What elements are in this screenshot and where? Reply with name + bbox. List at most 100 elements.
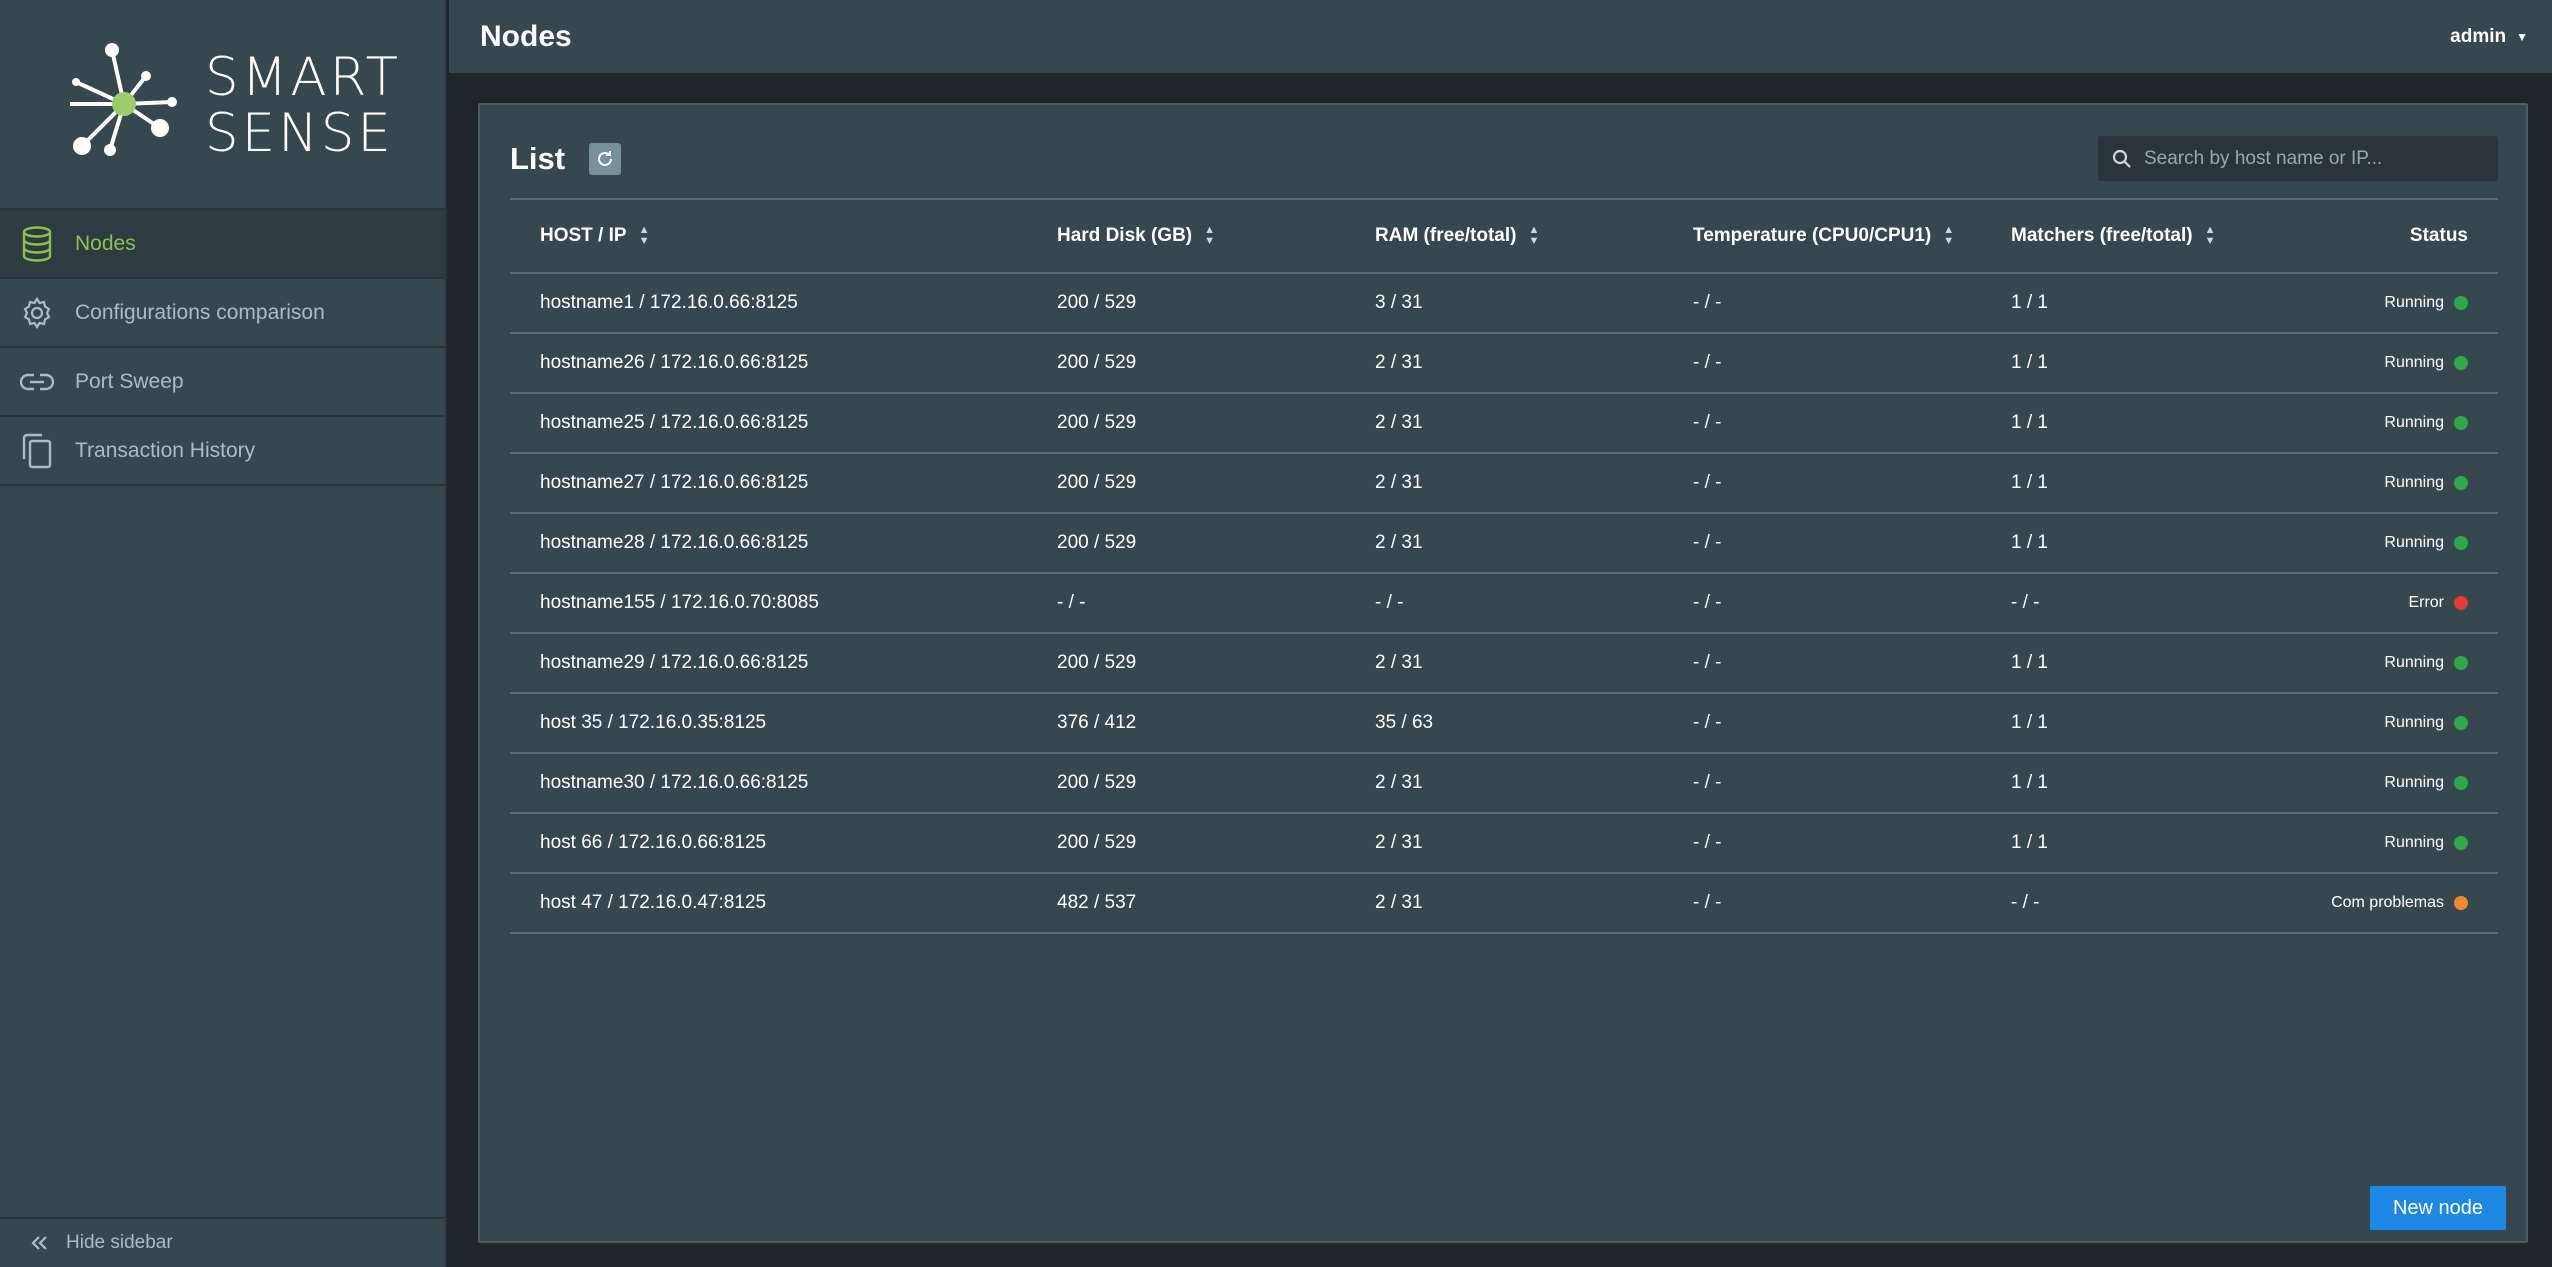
table-row[interactable]: hostname30 / 172.16.0.66:8125 200 / 529 2 … [510, 754, 2498, 814]
table-row[interactable]: host 35 / 172.16.0.35:8125 376 / 412 35 / … [510, 694, 2498, 754]
status-label: Running [2384, 474, 2444, 491]
cell-hard-disk: 200 / 529 [1057, 412, 1137, 433]
sidebar-item-label: Nodes [75, 231, 136, 255]
sidebar-nav: Nodes Configurations comparison Port Swe… [0, 208, 445, 486]
cell-ram: 2 / 31 [1375, 532, 1423, 553]
cell-status: Running [2299, 294, 2498, 312]
status-dot-icon [2454, 836, 2468, 850]
table-row[interactable]: hostname26 / 172.16.0.66:8125 200 / 529 2 … [510, 334, 2498, 394]
status-label: Running [2384, 294, 2444, 311]
column-header-label: Temperature (CPU0/CPU1) [1693, 225, 1932, 246]
cell-ram: 2 / 31 [1375, 772, 1423, 793]
cell-ram: 2 / 31 [1375, 652, 1423, 673]
refresh-button[interactable] [589, 143, 621, 175]
sidebar-item-label: Port Sweep [75, 369, 184, 393]
gear-icon [19, 295, 55, 331]
sidebar-item-nodes[interactable]: Nodes [0, 210, 445, 279]
sort-arrows-icon[interactable]: ▲ ▼ [1204, 225, 1215, 247]
logo-line-1: SMART [205, 47, 401, 108]
status-dot-icon [2454, 476, 2468, 490]
status-label: Running [2384, 534, 2444, 551]
cell-temperature: - / - [1693, 472, 1722, 493]
sidebar-item-transaction-history[interactable]: Transaction History [0, 417, 445, 486]
link-icon [19, 364, 55, 400]
sort-arrows-icon[interactable]: ▲ ▼ [1943, 225, 1954, 247]
table-row[interactable]: hostname29 / 172.16.0.66:8125 200 / 529 2 … [510, 634, 2498, 694]
status-label: Running [2384, 654, 2444, 671]
cell-temperature: - / - [1693, 892, 1722, 913]
sort-arrows-icon[interactable]: ▲ ▼ [2205, 225, 2216, 247]
cell-hard-disk: 376 / 412 [1057, 712, 1137, 733]
double-chevron-left-icon [30, 1235, 48, 1251]
sort-arrows-icon[interactable]: ▲ ▼ [1528, 225, 1539, 247]
cell-host: hostname26 / 172.16.0.66:8125 [540, 352, 809, 373]
search-icon [2112, 149, 2132, 169]
cell-temperature: - / - [1693, 772, 1722, 793]
sidebar-item-configurations-comparison[interactable]: Configurations comparison [0, 279, 445, 348]
cell-ram: 2 / 31 [1375, 892, 1423, 913]
table-row[interactable]: hostname28 / 172.16.0.66:8125 200 / 529 2 … [510, 514, 2498, 574]
cell-ram: 2 / 31 [1375, 472, 1423, 493]
smartsense-logo-icon [70, 43, 177, 156]
hide-sidebar-label: Hide sidebar [66, 1232, 173, 1253]
status-label: Running [2384, 834, 2444, 851]
logo-line-2: SENSE [205, 103, 394, 164]
status-dot-icon [2454, 416, 2468, 430]
cell-host: hostname27 / 172.16.0.66:8125 [540, 472, 809, 493]
sort-arrows-icon[interactable]: ▲ ▼ [639, 225, 650, 247]
cell-ram: 3 / 31 [1375, 292, 1423, 313]
cell-host: hostname28 / 172.16.0.66:8125 [540, 532, 809, 553]
table-body: hostname1 / 172.16.0.66:8125 200 / 529 3 /… [510, 274, 2498, 934]
table-row[interactable]: hostname27 / 172.16.0.66:8125 200 / 529 2 … [510, 454, 2498, 514]
copy-icon [19, 433, 55, 469]
column-header-temperature[interactable]: Temperature (CPU0/CPU1) ▲ ▼ [1663, 225, 1981, 247]
cell-matchers: 1 / 1 [2011, 772, 2048, 793]
panel-title: List [510, 141, 566, 176]
cell-ram: 2 / 31 [1375, 352, 1423, 373]
table-row[interactable]: hostname25 / 172.16.0.66:8125 200 / 529 2 … [510, 394, 2498, 454]
hide-sidebar-button[interactable]: Hide sidebar [0, 1217, 445, 1267]
cell-matchers: 1 / 1 [2011, 472, 2048, 493]
user-menu[interactable]: admin ▼ [2450, 26, 2528, 48]
column-header-matchers[interactable]: Matchers (free/total) ▲ ▼ [1981, 225, 2299, 247]
cell-temperature: - / - [1693, 592, 1722, 613]
cell-hard-disk: 200 / 529 [1057, 772, 1137, 793]
table-row[interactable]: hostname1 / 172.16.0.66:8125 200 / 529 3 /… [510, 274, 2498, 334]
cell-temperature: - / - [1693, 652, 1722, 673]
cell-matchers: 1 / 1 [2011, 712, 2048, 733]
table-row[interactable]: hostname155 / 172.16.0.70:8085 - / - - / -… [510, 574, 2498, 634]
cell-host: hostname29 / 172.16.0.66:8125 [540, 652, 809, 673]
page-title: Nodes [480, 19, 572, 53]
cell-host: host 66 / 172.16.0.66:8125 [540, 832, 767, 853]
cell-matchers: 1 / 1 [2011, 352, 2048, 373]
cell-matchers: 1 / 1 [2011, 412, 2048, 433]
table-row[interactable]: host 66 / 172.16.0.66:8125 200 / 529 2 / 3… [510, 814, 2498, 874]
cell-host: hostname25 / 172.16.0.66:8125 [540, 412, 809, 433]
cell-status: Running [2299, 474, 2498, 492]
status-label: Com problemas [2331, 894, 2444, 911]
nodes-list-panel: List HOST / IP ▲▼ Hard Disk (GB) ▲▼ [478, 103, 2528, 1243]
cell-host: hostname155 / 172.16.0.70:8085 [540, 592, 819, 613]
column-header-host[interactable]: HOST / IP ▲ ▼ [510, 225, 1027, 247]
column-header-hard-disk[interactable]: Hard Disk (GB) ▲ ▼ [1027, 225, 1345, 247]
cell-status: Running [2299, 354, 2498, 372]
status-dot-icon [2454, 536, 2468, 550]
cell-hard-disk: 482 / 537 [1057, 892, 1137, 913]
cell-host: hostname1 / 172.16.0.66:8125 [540, 292, 798, 313]
column-header-ram[interactable]: RAM (free/total) ▲ ▼ [1345, 225, 1663, 247]
search-input[interactable] [2144, 147, 2474, 170]
sidebar-item-port-sweep[interactable]: Port Sweep [0, 348, 445, 417]
cell-hard-disk: 200 / 529 [1057, 472, 1137, 493]
new-node-button[interactable]: New node [2370, 1186, 2506, 1230]
cell-ram: - / - [1375, 592, 1404, 613]
refresh-icon [596, 150, 614, 168]
status-label: Running [2384, 774, 2444, 791]
column-header-label: Hard Disk (GB) [1057, 225, 1193, 246]
cell-hard-disk: 200 / 529 [1057, 832, 1137, 853]
status-dot-icon [2454, 296, 2468, 310]
cell-matchers: 1 / 1 [2011, 292, 2048, 313]
column-header-label: Matchers (free/total) [2011, 225, 2193, 246]
table-row[interactable]: host 47 / 172.16.0.47:8125 482 / 537 2 / 3… [510, 874, 2498, 934]
status-label: Running [2384, 414, 2444, 431]
sidebar-item-label: Configurations comparison [75, 300, 325, 324]
